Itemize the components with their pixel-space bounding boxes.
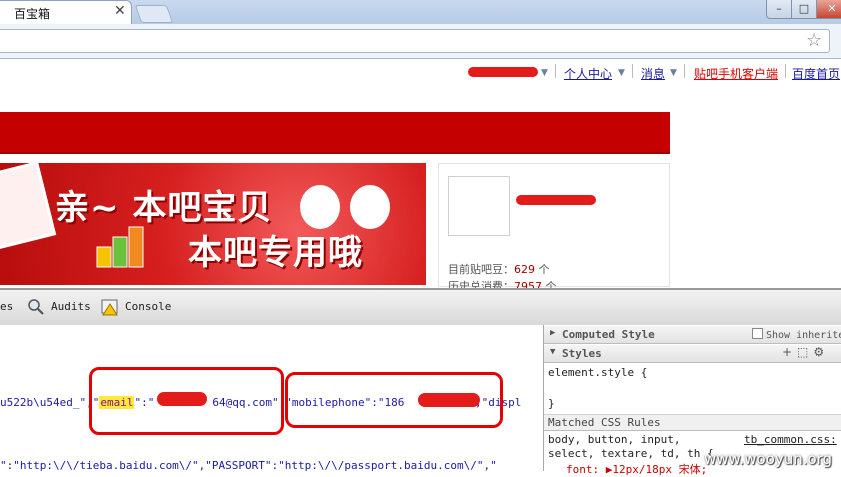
show-inherited-toggle[interactable]: Show inherited bbox=[752, 328, 841, 341]
avatar[interactable] bbox=[448, 176, 510, 236]
chevron-down-icon[interactable]: ▼ bbox=[670, 68, 677, 78]
window-close-button[interactable]: ✕ bbox=[816, 0, 841, 19]
userbar-baidu-home[interactable]: 百度首页 bbox=[792, 65, 840, 82]
userbar-personal-center[interactable]: 个人中心 bbox=[564, 65, 612, 82]
divider bbox=[555, 64, 556, 78]
matched-css-rules-header: Matched CSS Rules bbox=[544, 414, 841, 431]
stat-current-beans: 目前贴吧豆：629 个 bbox=[448, 263, 550, 276]
banner-subheadline: 本吧专用哦 bbox=[188, 233, 363, 273]
checkbox[interactable] bbox=[752, 328, 763, 339]
userbar-messages[interactable]: 消息 bbox=[641, 65, 665, 82]
audits-icon[interactable] bbox=[27, 298, 45, 316]
console-icon[interactable] bbox=[101, 298, 119, 316]
expand-triangle-icon[interactable]: ▶ bbox=[550, 328, 555, 338]
element-style-rule[interactable]: element.style { bbox=[548, 366, 647, 379]
tab-console[interactable]: Console bbox=[125, 300, 171, 313]
chevron-down-icon[interactable]: ▼ bbox=[618, 68, 625, 78]
annotation-circle-email bbox=[89, 367, 284, 435]
forum-header-bar bbox=[0, 112, 670, 154]
annotation-circle-mobile bbox=[285, 372, 503, 428]
window-minimize-button[interactable]: – bbox=[766, 0, 792, 19]
divider bbox=[684, 64, 685, 78]
tab-title[interactable]: 百宝箱 bbox=[14, 5, 50, 22]
css-property-line[interactable]: font: ▶12px/18px 宋体; bbox=[566, 461, 707, 477]
chevron-down-icon[interactable]: ▼ bbox=[541, 68, 548, 78]
mascot-icon bbox=[350, 185, 390, 229]
json-url-line: ":"http:\/\/tieba.baidu.com\/","PASSPORT… bbox=[0, 459, 497, 472]
mascot-icon bbox=[300, 185, 340, 229]
collapse-triangle-icon[interactable]: ▼ bbox=[550, 347, 555, 357]
blocks-icon bbox=[96, 226, 144, 268]
divider bbox=[632, 64, 633, 78]
element-style-close: } bbox=[548, 397, 555, 410]
tab-close-icon[interactable]: ✕ bbox=[114, 3, 126, 19]
divider bbox=[785, 64, 786, 78]
watermark: www.wooyun.org bbox=[704, 450, 833, 468]
css-selector-line: select, textare, td, th { bbox=[548, 447, 714, 460]
styles-toolbar-icons[interactable]: +⬚⚙ bbox=[782, 345, 829, 359]
tab-resources[interactable]: es bbox=[0, 300, 13, 313]
address-bar[interactable] bbox=[0, 29, 830, 53]
redacted-username bbox=[468, 67, 538, 77]
bookmark-star-icon[interactable]: ☆ bbox=[806, 30, 822, 51]
redacted-username bbox=[516, 195, 596, 205]
userbar-mobile-client[interactable]: 贴吧手机客户端 bbox=[694, 65, 778, 82]
tab-audits[interactable]: Audits bbox=[51, 300, 91, 313]
banner-headline: 亲~ 本吧宝贝 bbox=[55, 188, 273, 228]
css-source-link[interactable]: tb_common.css: bbox=[744, 433, 837, 446]
window-maximize-button[interactable]: □ bbox=[791, 0, 817, 19]
css-selector-line: body, button, input, bbox=[548, 433, 681, 446]
new-tab-button[interactable] bbox=[134, 5, 174, 23]
